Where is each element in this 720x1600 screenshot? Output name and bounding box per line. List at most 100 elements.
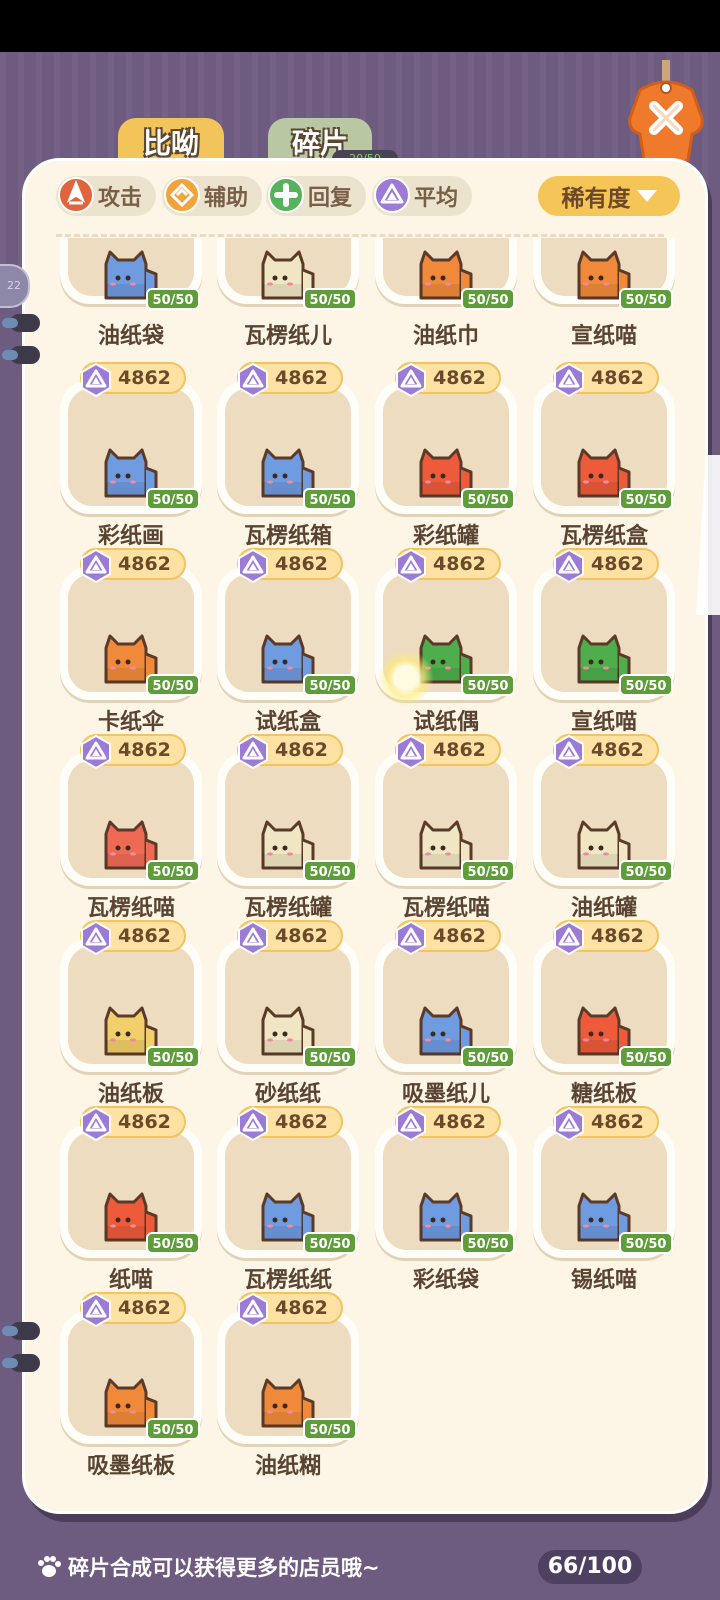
fragment-name: 瓦楞纸纸 [243,1268,332,1293]
fragment-cost-badge: 4862 [237,1292,343,1328]
fragment-cost: 4862 [118,925,171,947]
fragment-card[interactable]: 4862 50/50 吸墨纸儿 [375,920,517,1107]
fragment-name: 纸喵 [108,1268,153,1293]
fragment-cost: 4862 [275,1297,328,1319]
fragment-card[interactable]: 4862 50/50 砂纸纸 [217,920,359,1107]
fragment-card[interactable]: 4862 50/50 油纸板 [60,920,202,1107]
fragment-count: 50/50 [146,1046,200,1068]
balance-gem-icon [235,548,271,584]
fragment-cost-badge: 4862 [80,734,186,770]
fragment-cost: 4862 [275,1111,328,1133]
balance-gem-icon [551,734,587,770]
fragment-cost-badge: 4862 [553,920,659,956]
fragment-card[interactable]: 4862 50/50 瓦楞纸喵 [375,734,517,921]
fragment-cost: 4862 [433,1111,486,1133]
fragment-name: 瓦楞纸儿 [243,324,332,349]
fragment-count: 50/50 [619,488,673,510]
fragment-count: 50/50 [303,674,357,696]
fragment-name: 油纸巾 [412,324,479,349]
fragment-name: 砂纸纸 [254,1082,321,1107]
filter-balance[interactable]: 平均 [372,176,472,216]
balance-gem-icon [551,548,587,584]
fragment-card[interactable]: 4862 50/50 瓦楞纸箱 [217,362,359,549]
fragment-cost: 4862 [118,553,171,575]
fragment-card[interactable]: 4862 50/50 卡纸伞 [60,548,202,735]
fragment-count: 50/50 [146,860,200,882]
fragment-card[interactable]: 4862 50/50 彩纸袋 [375,1106,517,1293]
fragment-cost: 4862 [591,1111,644,1133]
fragment-count: 50/50 [619,1046,673,1068]
fragment-card[interactable]: 4862 50/50 油纸罐 [533,734,675,921]
balance-gem-icon [393,734,429,770]
rarity-sort-dropdown[interactable]: 稀有度 [538,176,680,216]
fragment-cost: 4862 [118,739,171,761]
fragment-cost-badge: 4862 [80,362,186,398]
fragment-count: 50/50 [461,1046,515,1068]
fragment-card[interactable]: 4862 50/50 彩纸罐 [375,362,517,549]
fragment-name: 瓦楞纸喵 [86,896,175,921]
sparkle-effect [378,650,434,706]
fragment-cost: 4862 [433,925,486,947]
filter-heal[interactable]: 回复 [266,176,366,216]
footer-tip: 碎片合成可以获得更多的店员哦~ [36,1552,380,1582]
filter-support[interactable]: 辅助 [162,176,262,216]
fragment-cost: 4862 [433,739,486,761]
balance-gem-icon [78,1106,114,1142]
balance-gem-icon [78,1292,114,1328]
fragment-cost-badge: 4862 [395,920,501,956]
fragment-cost-badge: 4862 [80,1292,186,1328]
fragment-count: 50/50 [619,860,673,882]
fragment-cost: 4862 [433,553,486,575]
fragment-name: 宣纸喵 [570,324,637,349]
fragment-card[interactable]: 4862 50/50 宣纸喵 [533,548,675,735]
fragment-count: 50/50 [303,860,357,882]
fragment-count: 50/50 [146,488,200,510]
fragment-card[interactable]: 4862 50/50 试纸盒 [217,548,359,735]
attack-icon [58,177,94,213]
filter-attack[interactable]: 攻击 [56,176,156,216]
balance-gem-icon [551,362,587,398]
fragment-cost-badge: 4862 [80,548,186,584]
balance-gem-icon [551,920,587,956]
fragment-count: 50/50 [619,1232,673,1254]
balance-gem-icon [235,920,271,956]
fragment-cost: 4862 [591,553,644,575]
fragment-count: 50/50 [303,1046,357,1068]
fragment-cost-badge: 4862 [553,548,659,584]
fragment-card[interactable]: 4862 50/50 瓦楞纸盒 [533,362,675,549]
fragment-cost-badge: 4862 [395,1106,501,1142]
fragment-count: 50/50 [461,674,515,696]
fragment-card[interactable]: 4862 50/50 油纸糊 [217,1292,359,1479]
fragment-name: 油纸板 [97,1082,164,1107]
fragment-card[interactable]: 4862 50/50 瓦楞纸喵 [60,734,202,921]
balance-gem-icon [393,548,429,584]
fragment-card[interactable]: 4862 50/50 瓦楞纸罐 [217,734,359,921]
balance-icon [374,177,410,213]
fragment-card[interactable]: 4862 50/50 彩纸画 [60,362,202,549]
fragment-card[interactable]: 4862 50/50 锡纸喵 [533,1106,675,1293]
fragment-card[interactable]: 4862 50/50 纸喵 [60,1106,202,1293]
fragment-cost-badge: 4862 [553,734,659,770]
fragment-cost: 4862 [433,367,486,389]
rarity-sort-label: 稀有度 [561,186,631,212]
fragment-name: 糖纸板 [570,1082,637,1107]
fragment-card[interactable]: 4862 50/50 试纸偶 [375,548,517,735]
status-bar [0,0,720,52]
fragment-name: 彩纸罐 [412,524,479,549]
fragment-count: 50/50 [303,488,357,510]
fragment-card[interactable]: 4862 50/50 吸墨纸板 [60,1292,202,1479]
fragment-card[interactable]: 4862 50/50 瓦楞纸纸 [217,1106,359,1293]
fragment-name: 吸墨纸儿 [401,1082,490,1107]
fragment-cost: 4862 [591,925,644,947]
fragment-name: 彩纸袋 [412,1268,479,1293]
footer-tip-text: 碎片合成可以获得更多的店员哦~ [68,1556,380,1580]
close-icon[interactable] [626,60,708,172]
fragment-count: 50/50 [303,1418,357,1440]
fragment-card[interactable]: 4862 50/50 糖纸板 [533,920,675,1107]
fragment-count: 50/50 [461,860,515,882]
chevron-down-icon [636,190,657,202]
balance-gem-icon [78,734,114,770]
filter-attack-label: 攻击 [98,186,143,211]
balance-gem-icon [235,1292,271,1328]
fragment-cost-badge: 4862 [237,1106,343,1142]
